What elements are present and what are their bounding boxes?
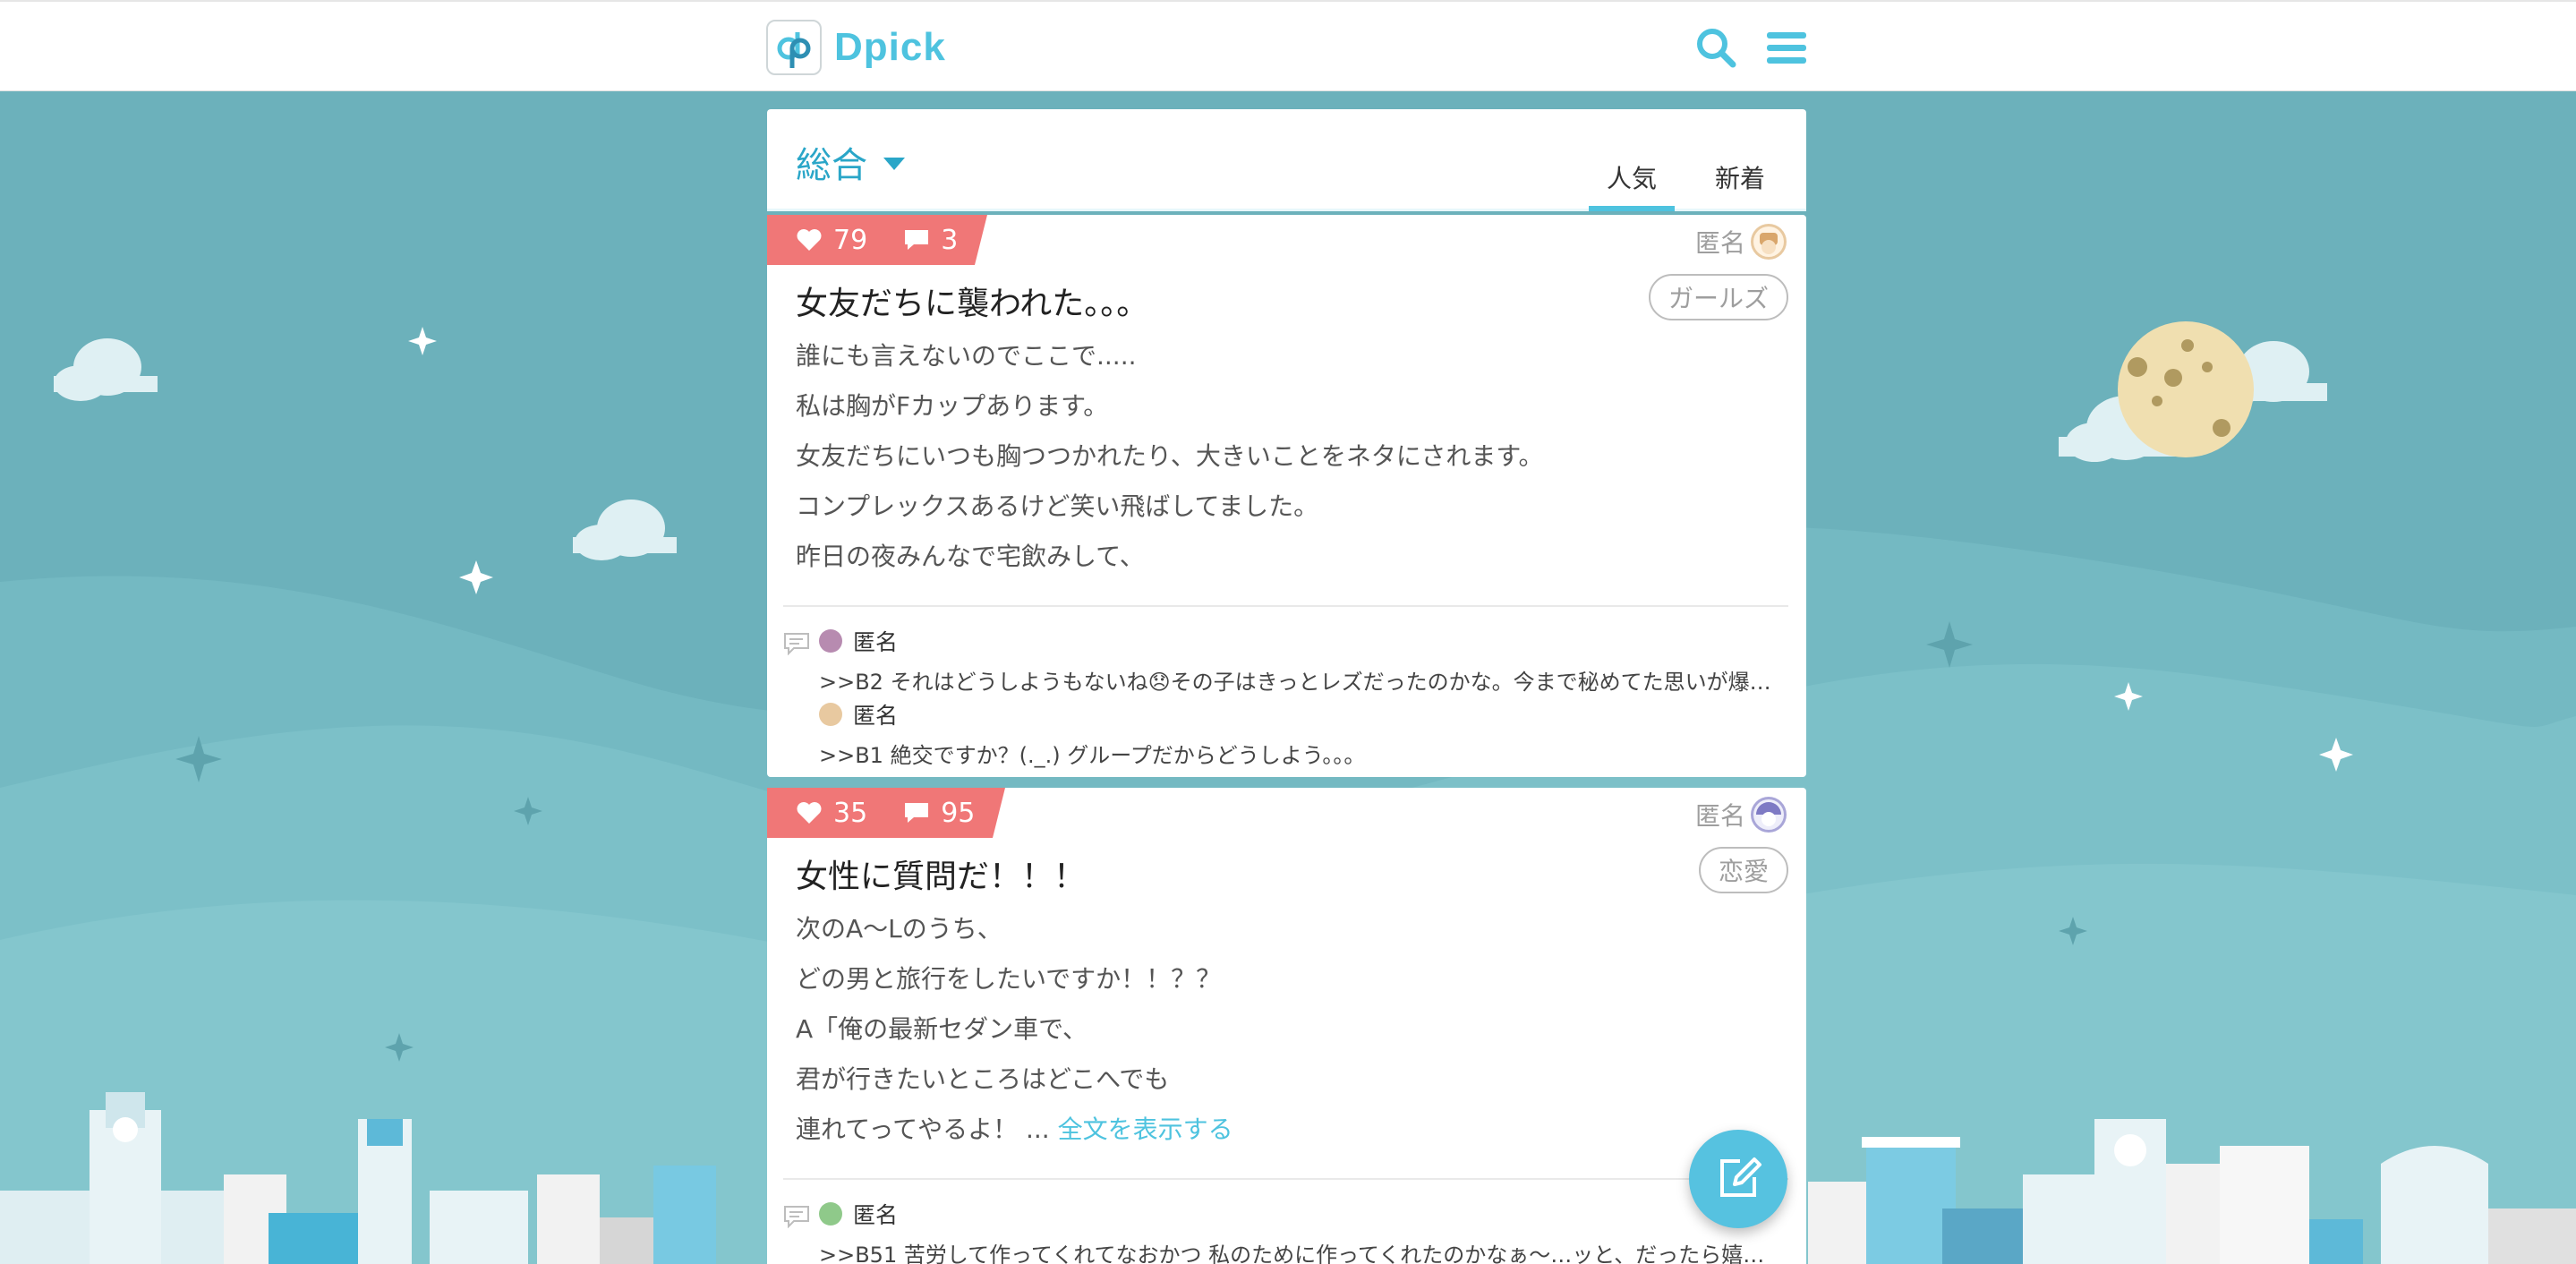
reply-text: >>B2 それはどうしようもないね😞その子はきっとレズだったのかな。今まで秘めて…	[819, 670, 1779, 695]
post-tag[interactable]: ガールズ	[1648, 274, 1788, 320]
show-full-text-link[interactable]: 全文を表示する	[1058, 1115, 1233, 1144]
body-line: 私は胸がFカップあります。	[796, 391, 1109, 421]
avatar-icon	[819, 629, 842, 653]
logo[interactable]: Dpick	[766, 20, 946, 75]
body-line: 女友だちにいつも胸つつかれたり、大きいことをネタにされます。	[796, 441, 1544, 471]
reply-item[interactable]: 匿名 >>B51 苦労して作ってくれてなおかつ 私のために作ってくれたのかなぁ〜…	[767, 1198, 1779, 1264]
category-dropdown[interactable]: 総合	[796, 136, 905, 188]
body-line: 昨日の夜みんなで宅飲みして、	[796, 542, 1145, 571]
post-card[interactable]: 35 95 匿名 女性に質問だ！！！ 恋愛 次のA〜Lのうち、 どの男と旅行をし…	[767, 788, 1806, 1264]
post-body: 誰にも言えないのでここで..... 私は胸がFカップあります。 女友だちにいつも…	[796, 331, 1544, 582]
divider	[783, 605, 1788, 607]
reply-author: 匿名	[853, 703, 899, 729]
reply-author: 匿名	[853, 629, 899, 655]
tab-label: 新着	[1714, 164, 1765, 193]
tab-new[interactable]: 新着	[1700, 159, 1780, 211]
heart-icon	[796, 227, 823, 252]
app-name: Dpick	[834, 25, 946, 69]
avatar-icon	[819, 703, 842, 726]
body-line-last: 連れてってやるよ！ ... 全文を表示する	[796, 1105, 1233, 1155]
avatar-icon	[819, 1202, 842, 1226]
speech-bubble-icon	[903, 227, 930, 252]
heart-icon	[796, 800, 823, 825]
body-line: 次のA〜Lのうち、	[796, 914, 1002, 944]
divider	[783, 1178, 1788, 1180]
body-line: 誰にも言えないのでここで.....	[796, 341, 1137, 371]
reply-item[interactable]: 匿名 >>B2 それはどうしようもないね😞その子はきっとレズだったのかな。今まで…	[767, 625, 1779, 696]
comment-count-value: 95	[941, 797, 976, 829]
compose-button[interactable]	[1689, 1130, 1787, 1228]
tab-popular[interactable]: 人気	[1589, 159, 1675, 211]
reply-text: >>B1 絶交ですか？(._.) グループだからどうしよう。。。	[819, 743, 1366, 768]
body-line: 君が行きたいところはどこへでも	[796, 1064, 1170, 1094]
compose-icon	[1720, 1157, 1761, 1197]
post-stats-badge: 35 95	[767, 788, 1005, 838]
reply-item[interactable]: 匿名 >>B1 絶交ですか？(._.) グループだからどうしよう。。。	[767, 698, 1779, 769]
category-label: 総合	[796, 145, 867, 186]
post-card[interactable]: 79 3 匿名 女友だちに襲われた。。。 ガールズ 誰にも言えないのでここで..…	[767, 215, 1806, 777]
comment-count: 95	[903, 798, 975, 829]
post-author: 匿名	[1695, 224, 1787, 260]
author-name: 匿名	[1694, 228, 1745, 258]
category-bar: 総合 人気 新着	[767, 109, 1806, 211]
body-line: コンプレックスあるけど笑い飛ばしてました。	[796, 491, 1319, 521]
reply-author: 匿名	[853, 1202, 899, 1228]
post-title[interactable]: 女友だちに襲われた。。。	[796, 278, 1148, 324]
like-count: 35	[796, 798, 867, 829]
post-stats-badge: 79 3	[767, 215, 987, 265]
body-line: A「俺の最新セダン車で、	[796, 1014, 1088, 1044]
speech-bubble-icon	[903, 800, 930, 825]
author-name: 匿名	[1694, 801, 1745, 831]
post-body: 次のA〜Lのうち、 どの男と旅行をしたいですか！！？？ A「俺の最新セダン車で、…	[796, 904, 1233, 1155]
caret-down-icon	[883, 158, 905, 170]
dpick-logo-icon	[766, 20, 822, 75]
hamburger-menu-icon[interactable]	[1763, 25, 1810, 72]
avatar-icon	[1751, 224, 1787, 260]
post-tag[interactable]: 恋愛	[1698, 847, 1788, 893]
top-header: Dpick	[0, 0, 2576, 91]
feed-column: 総合 人気 新着 79 3 匿名 女友だちに襲われた。。。 ガールズ 誰にも言え…	[767, 109, 1806, 1264]
avatar-icon	[1751, 797, 1787, 833]
comment-count: 3	[903, 225, 958, 256]
tab-label: 人気	[1606, 164, 1657, 193]
reply-text: >>B51 苦労して作ってくれてなおかつ 私のために作ってくれたのかなぁ〜…ッと…	[819, 1243, 1779, 1264]
like-count-value: 35	[833, 797, 868, 829]
like-count: 79	[796, 225, 867, 256]
post-title[interactable]: 女性に質問だ！！！	[796, 850, 1086, 897]
post-author: 匿名	[1695, 797, 1787, 833]
body-line: 連れてってやるよ！ ...	[796, 1115, 1050, 1144]
like-count-value: 79	[833, 224, 868, 256]
search-icon[interactable]	[1693, 25, 1740, 72]
comment-count-value: 3	[941, 224, 959, 256]
body-line: どの男と旅行をしたいですか！！？？	[796, 964, 1222, 994]
